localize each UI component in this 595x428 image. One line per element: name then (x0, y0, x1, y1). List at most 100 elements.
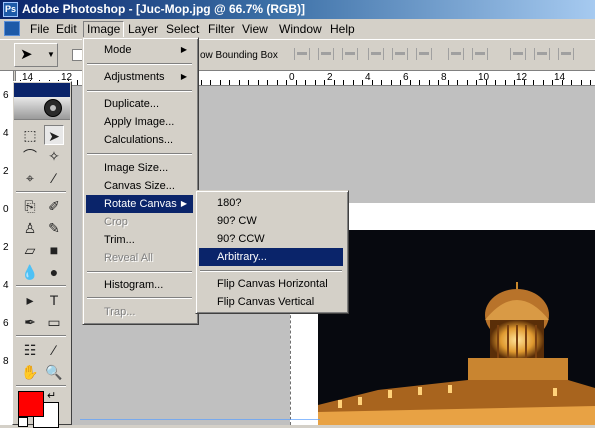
ruler-tick (552, 80, 553, 85)
menu-help[interactable]: Help (327, 22, 358, 37)
chevron-down-icon[interactable]: ▼ (47, 50, 55, 59)
menu-item-flip-horizontal[interactable]: Flip Canvas Horizontal (199, 275, 343, 293)
crop-tool-icon[interactable]: ⌖ (20, 168, 40, 188)
distribute-right-icon[interactable] (558, 48, 574, 60)
ruler-tick (372, 80, 373, 85)
menu-view[interactable]: View (239, 22, 271, 37)
image-menu: Mode ▶ Adjustments ▶ Duplicate... Apply Im… (82, 37, 199, 325)
swap-colors-icon[interactable]: ↵ (47, 389, 56, 402)
ruler-label: 14 (554, 72, 566, 83)
menu-window[interactable]: Window (276, 22, 325, 37)
ruler-tick (476, 80, 477, 85)
ruler-tick (410, 80, 411, 85)
tools-palette-titlebar[interactable] (14, 83, 70, 97)
menu-item-mode[interactable]: Mode ▶ (86, 41, 193, 59)
menu-item-histogram[interactable]: Histogram... (86, 276, 193, 294)
menu-item-arbitrary[interactable]: Arbitrary... (199, 248, 343, 266)
align-bottom-icon[interactable] (342, 48, 358, 60)
menu-item-rotate-180[interactable]: 180? (199, 194, 343, 212)
eraser-tool-icon[interactable]: ▱ (20, 240, 40, 260)
ruler-tick (77, 80, 78, 85)
menu-item-reveal-all: Reveal All (104, 252, 153, 264)
notes-tool-icon[interactable]: ☷ (20, 340, 40, 360)
toolbox-divider (16, 335, 66, 337)
ruler-tick (201, 80, 202, 85)
show-bounding-box-label: ow Bounding Box (200, 50, 278, 61)
clone-stamp-tool-icon[interactable]: ♙ (20, 218, 40, 238)
healing-brush-tool-icon[interactable]: ⎘ (20, 196, 40, 216)
menu-item-duplicate[interactable]: Duplicate... (86, 95, 193, 113)
hand-tool-icon[interactable]: ✋ (20, 362, 40, 382)
menu-item-adjustments[interactable]: Adjustments ▶ (86, 68, 193, 86)
lasso-tool-icon[interactable]: ⌒ (20, 146, 40, 166)
menu-item-canvas-size[interactable]: Canvas Size... (86, 177, 193, 195)
menu-image[interactable]: Image (83, 21, 125, 38)
distribute-top-icon[interactable] (448, 48, 464, 60)
ruler-tick (334, 80, 335, 85)
canvas-boundary (290, 300, 292, 425)
ruler-tick (590, 80, 591, 85)
slice-tool-icon[interactable]: ∕ (44, 168, 64, 188)
ruler-tick (391, 80, 392, 85)
rectangle-tool-icon[interactable]: ▭ (44, 312, 64, 332)
photoshop-app-icon[interactable]: Ps (3, 2, 18, 17)
marquee-tool-icon[interactable]: ⬚ (20, 125, 40, 145)
menu-layer[interactable]: Layer (125, 22, 161, 37)
ruler-tick (429, 80, 430, 85)
menu-file[interactable]: File (27, 22, 52, 37)
align-right-icon[interactable] (416, 48, 432, 60)
ruler-tick (286, 80, 287, 85)
pen-tool-icon[interactable]: ✒ (20, 312, 40, 332)
foreground-color-swatch[interactable] (18, 391, 44, 417)
ruler-tick (239, 80, 240, 85)
ruler-label: 8 (441, 72, 447, 83)
menu-separator (87, 153, 192, 155)
distribute-horizontal-icon[interactable] (534, 48, 550, 60)
default-colors-icon[interactable] (18, 417, 28, 427)
align-horizontal-center-icon[interactable] (392, 48, 408, 60)
gradient-tool-icon[interactable]: ■ (44, 240, 64, 260)
ruler-tick (562, 80, 563, 85)
menu-item-rotate-90-cw[interactable]: 90? CW (199, 212, 343, 230)
ruler-tick (353, 80, 354, 85)
photo-image[interactable] (318, 230, 595, 425)
type-tool-icon[interactable]: T (44, 290, 64, 310)
menu-item-rotate-90-ccw[interactable]: 90? CCW (199, 230, 343, 248)
zoom-tool-icon[interactable]: 🔍 (44, 362, 64, 382)
document-control-icon[interactable] (4, 21, 20, 36)
magic-wand-tool-icon[interactable]: ✧ (44, 146, 64, 166)
menu-filter[interactable]: Filter (205, 22, 238, 37)
brush-tool-icon[interactable]: ✐ (44, 196, 64, 216)
ruler-label: 6 (3, 318, 9, 329)
menu-item-flip-vertical[interactable]: Flip Canvas Vertical (199, 293, 343, 311)
blur-tool-icon[interactable]: 💧 (20, 262, 40, 282)
distribute-left-icon[interactable] (510, 48, 526, 60)
menu-item-apply-image[interactable]: Apply Image... (86, 113, 193, 131)
ruler-tick (467, 80, 468, 85)
move-tool-icon[interactable]: ➤ (44, 125, 64, 145)
ruler-tick (324, 80, 325, 85)
history-brush-tool-icon[interactable]: ✎ (44, 218, 64, 238)
ruler-label: 0 (3, 204, 9, 215)
menu-item-trim[interactable]: Trim... (86, 231, 193, 249)
menu-item-rotate-canvas[interactable]: Rotate Canvas ▶ (86, 195, 193, 213)
ruler-tick (524, 80, 525, 85)
menu-item-image-size[interactable]: Image Size... (86, 159, 193, 177)
menu-select[interactable]: Select (163, 22, 202, 37)
dodge-tool-icon[interactable]: ● (44, 262, 64, 282)
ruler-tick (381, 80, 382, 85)
ruler-tick (486, 80, 487, 85)
align-vertical-center-icon[interactable] (318, 48, 334, 60)
ruler-label: 2 (327, 72, 333, 83)
menu-edit[interactable]: Edit (53, 22, 80, 37)
align-left-icon[interactable] (368, 48, 384, 60)
eyedropper-tool-icon[interactable]: ∕ (44, 340, 64, 360)
ruler-label: 4 (3, 128, 9, 139)
guide-line[interactable] (80, 419, 320, 420)
menu-separator (200, 270, 342, 272)
align-top-icon[interactable] (294, 48, 310, 60)
path-selection-tool-icon[interactable]: ▸ (20, 290, 40, 310)
ruler-label: 4 (365, 72, 371, 83)
distribute-center-icon[interactable] (472, 48, 488, 60)
menu-item-calculations[interactable]: Calculations... (86, 131, 193, 149)
